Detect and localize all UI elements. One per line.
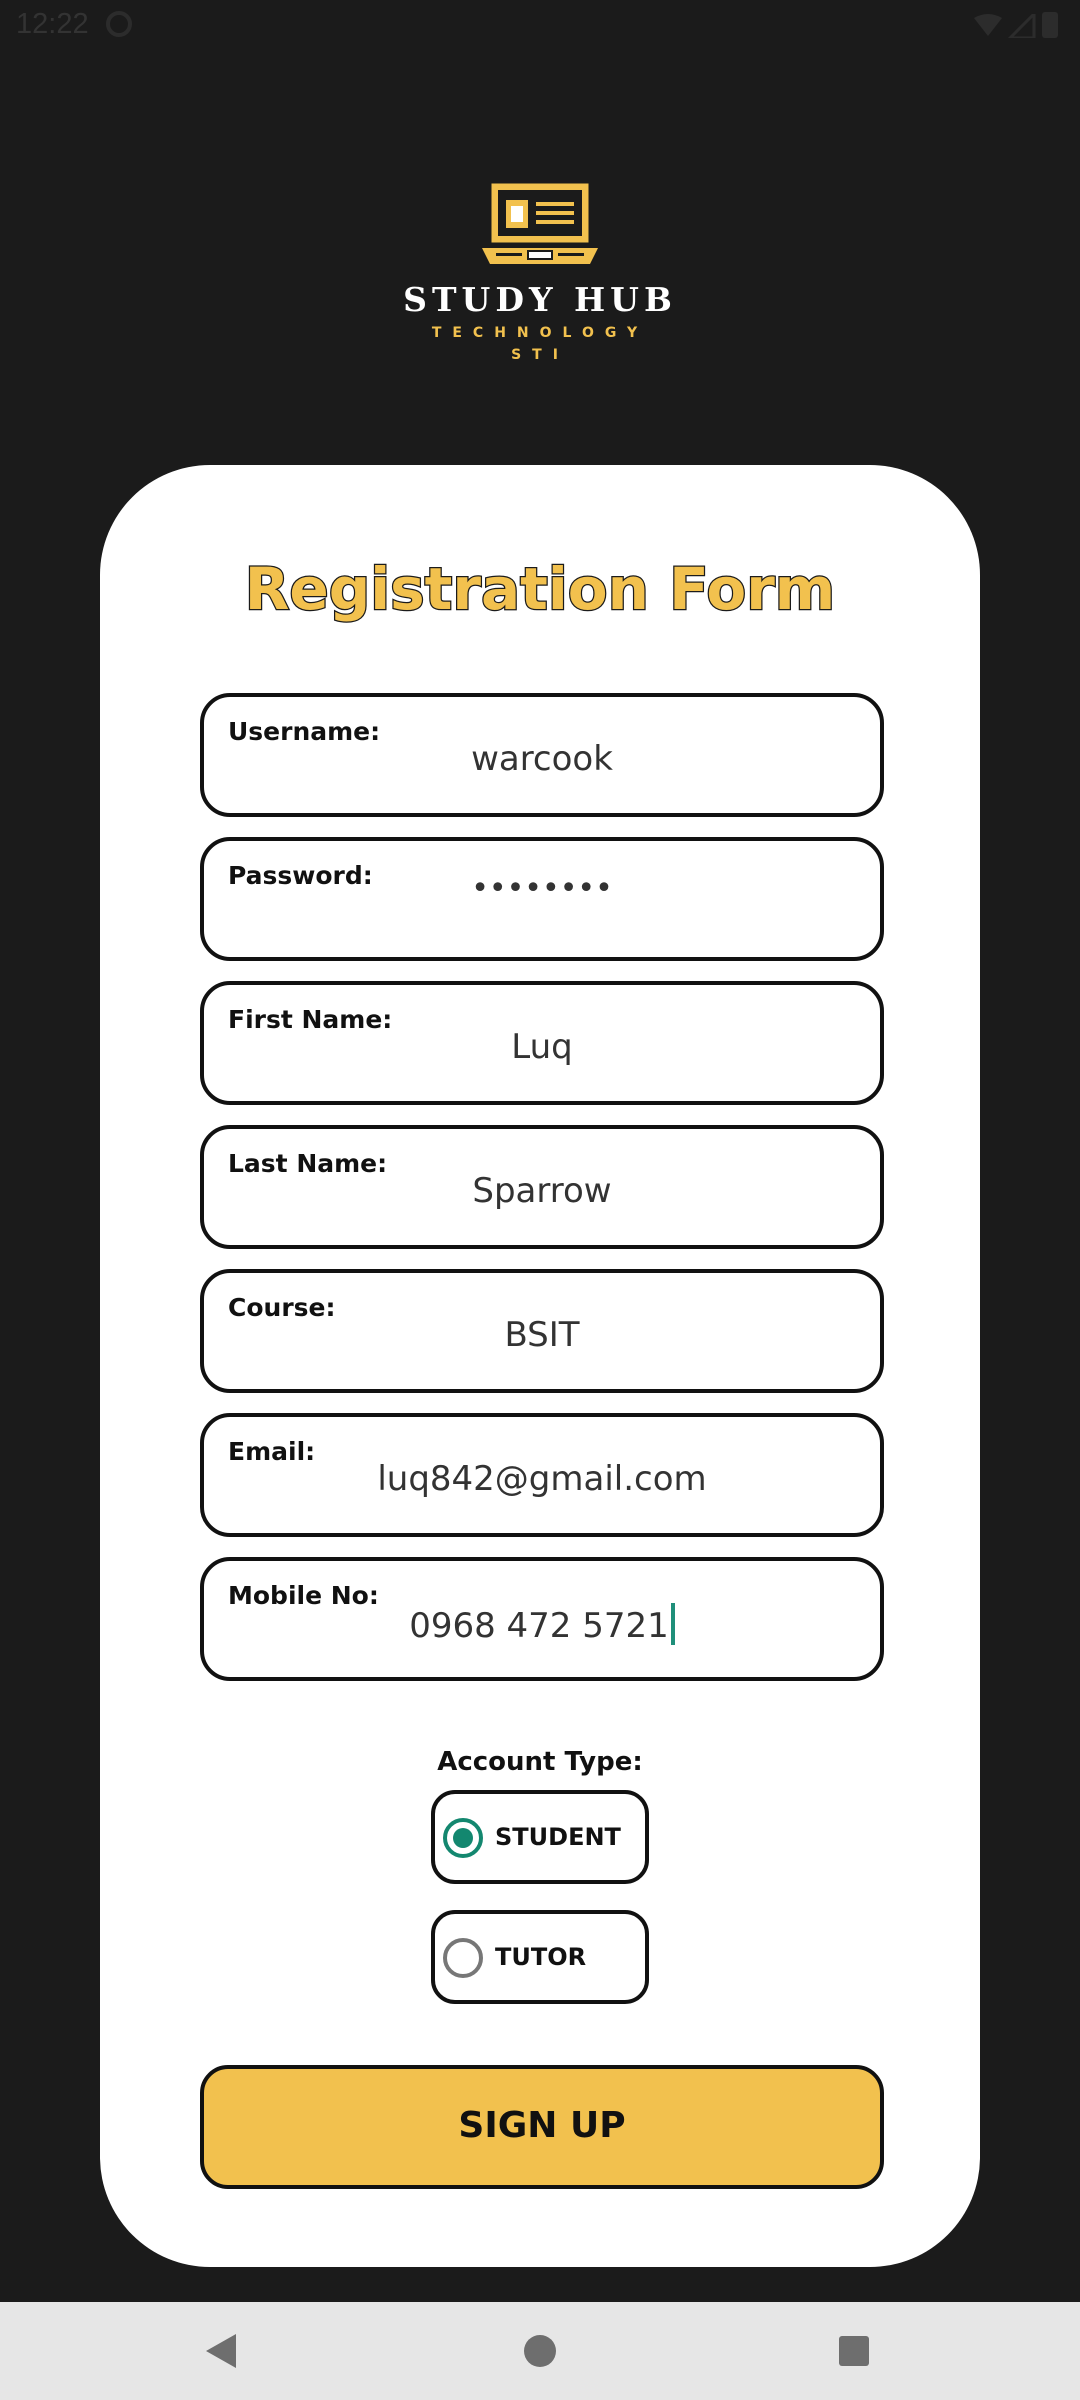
logo-subtitle-2: STI	[511, 347, 569, 363]
logo-subtitle: TECHNOLOGY	[431, 325, 649, 341]
system-nav-bar	[0, 2302, 1080, 2400]
course-value[interactable]: BSIT	[204, 1315, 880, 1355]
mobile-field[interactable]: Mobile No: 0968 472 5721	[200, 1557, 884, 1681]
wifi-icon	[974, 14, 1002, 36]
account-type-label: Account Type:	[437, 1747, 643, 1777]
recents-icon[interactable]	[839, 2336, 869, 2366]
home-icon[interactable]	[524, 2335, 556, 2367]
username-value[interactable]: warcook	[204, 739, 880, 779]
first-name-value[interactable]: Luq	[204, 1027, 880, 1067]
course-field[interactable]: Course: BSIT	[200, 1269, 884, 1393]
back-icon[interactable]	[206, 2334, 236, 2368]
radio-student[interactable]: STUDENT	[431, 1790, 649, 1884]
app-logo: STUDY HUB TECHNOLOGY STI	[0, 180, 1080, 363]
radio-tutor-label: TUTOR	[495, 1943, 587, 1971]
username-field[interactable]: Username: warcook	[200, 693, 884, 817]
status-time: 12:22	[16, 8, 89, 40]
form-title: Registration Form	[244, 554, 837, 625]
sign-up-button[interactable]: SIGN UP	[200, 2065, 884, 2189]
registration-card: Registration Form Username: warcook Pass…	[100, 465, 980, 2267]
email-field[interactable]: Email: luq842@gmail.com	[200, 1413, 884, 1537]
cell-signal-icon	[1008, 14, 1036, 38]
status-icons	[974, 12, 1058, 38]
battery-icon	[1042, 12, 1058, 38]
radio-checked-icon[interactable]	[443, 1818, 483, 1858]
radio-unchecked-icon[interactable]	[443, 1938, 483, 1978]
logo-title: STUDY HUB	[403, 280, 677, 319]
radio-tutor[interactable]: TUTOR	[431, 1910, 649, 2004]
do-not-disturb-icon	[106, 11, 132, 37]
text-cursor	[670, 1603, 675, 1645]
status-bar: 12:22	[0, 0, 1080, 50]
password-field[interactable]: Password: ••••••••	[200, 837, 884, 961]
mobile-value: 0968 472 5721	[409, 1606, 669, 1646]
email-value[interactable]: luq842@gmail.com	[204, 1459, 880, 1499]
mobile-value-wrap[interactable]: 0968 472 5721	[204, 1603, 880, 1646]
last-name-value[interactable]: Sparrow	[204, 1171, 880, 1211]
first-name-field[interactable]: First Name: Luq	[200, 981, 884, 1105]
last-name-field[interactable]: Last Name: Sparrow	[200, 1125, 884, 1249]
laptop-icon	[482, 180, 598, 264]
password-value[interactable]: ••••••••	[204, 871, 880, 906]
radio-student-label: STUDENT	[495, 1823, 621, 1851]
